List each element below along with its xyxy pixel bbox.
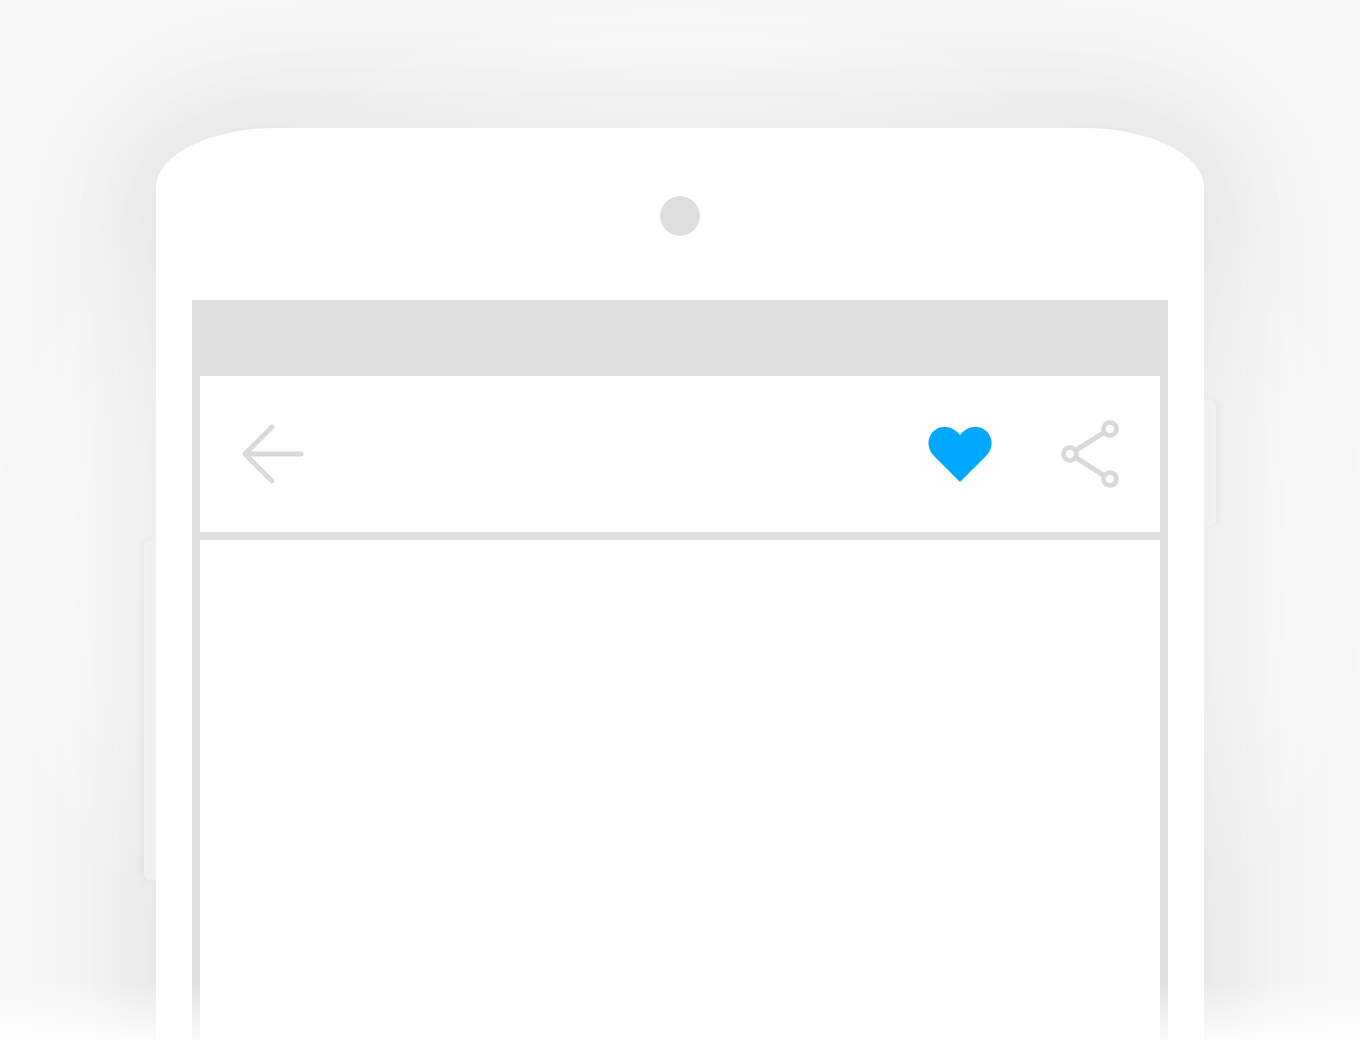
arrow-back-icon <box>242 424 304 484</box>
power-button <box>1202 400 1216 526</box>
front-camera <box>660 196 700 236</box>
heart-icon <box>928 426 992 482</box>
share-button[interactable] <box>1048 414 1132 494</box>
content-area <box>200 540 1160 1040</box>
status-bar <box>192 300 1168 376</box>
stage <box>0 0 1360 1040</box>
phone-screen <box>192 300 1168 1040</box>
app-bar <box>200 376 1160 532</box>
share-icon <box>1061 420 1119 488</box>
favorite-button[interactable] <box>918 414 1002 494</box>
back-button[interactable] <box>232 414 312 494</box>
